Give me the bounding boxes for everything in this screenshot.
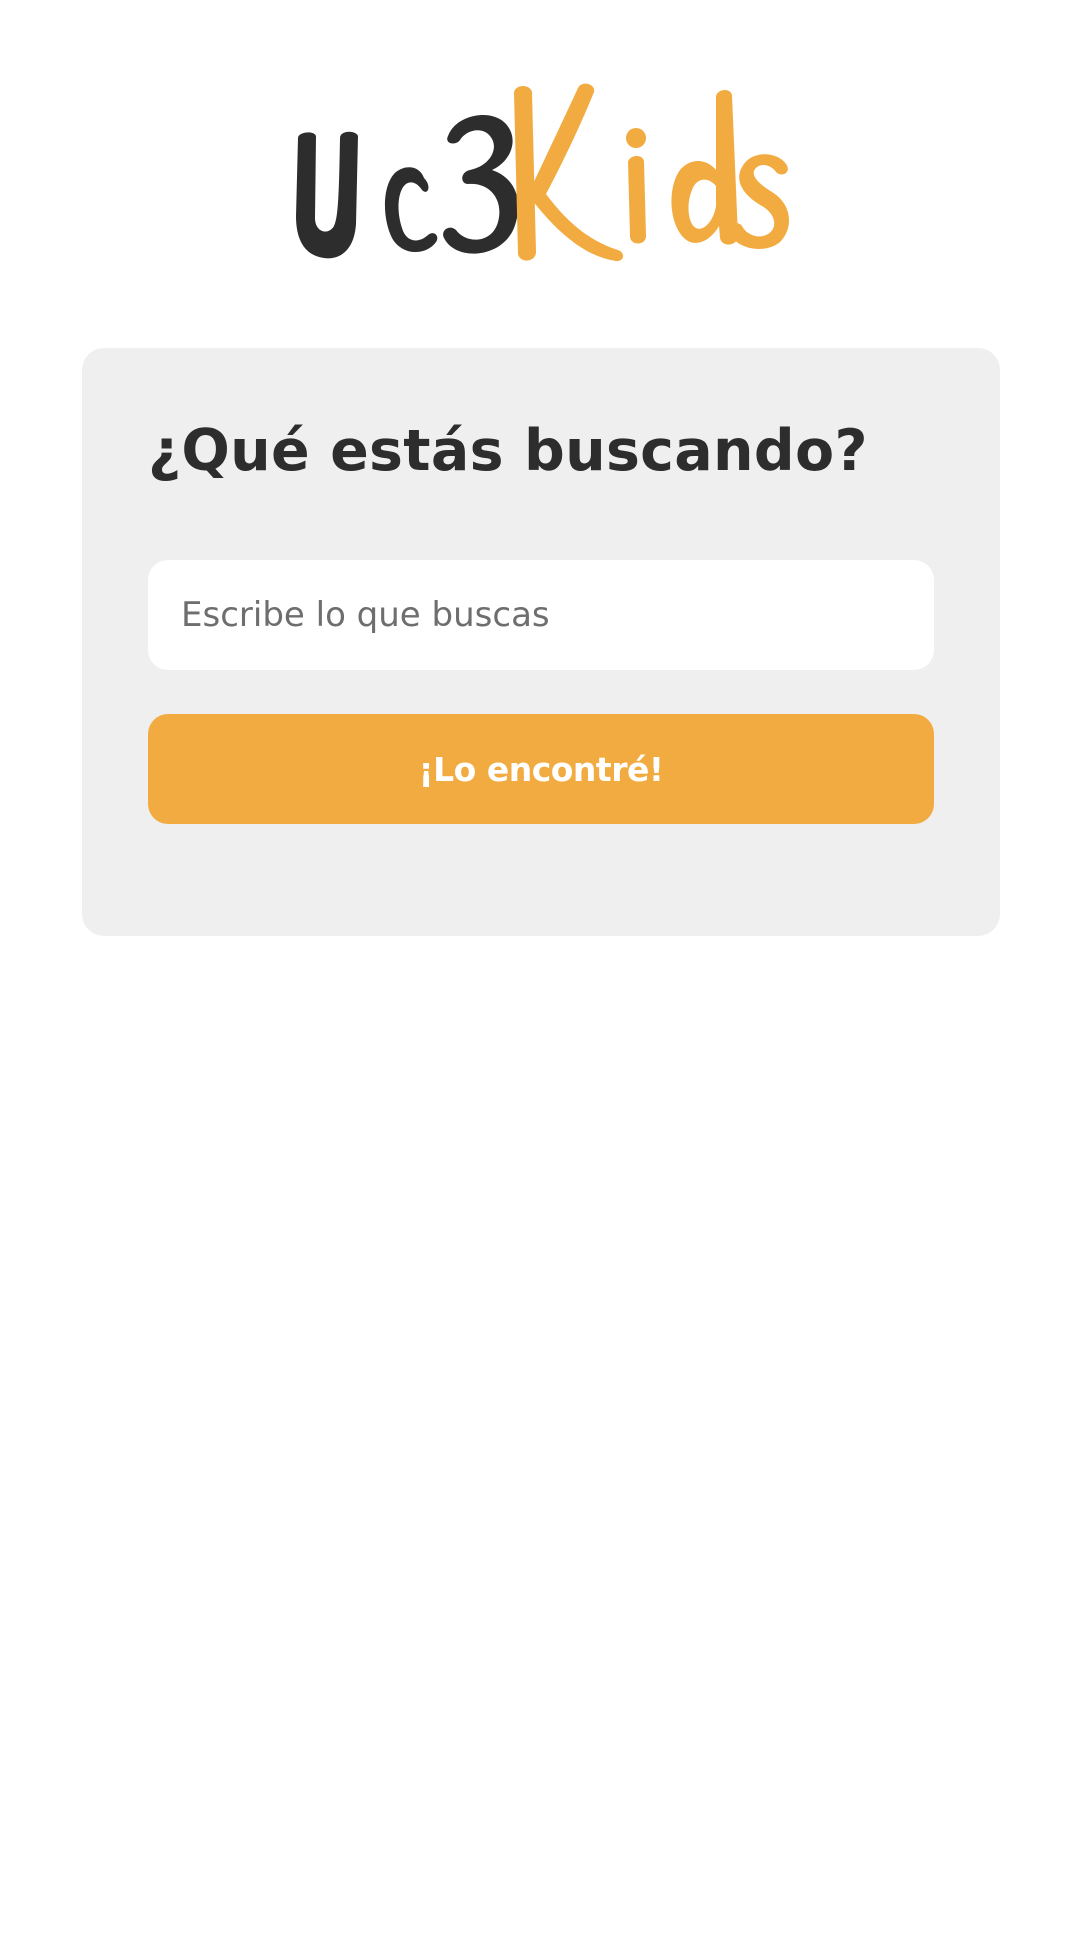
uc3kids-logo [296,78,790,268]
search-card: ¿Qué estás buscando? ¡Lo encontré! [82,348,1000,936]
page: ¿Qué estás buscando? ¡Lo encontré! [0,0,1080,1936]
search-input[interactable] [148,560,934,670]
found-it-button[interactable]: ¡Lo encontré! [148,714,934,824]
search-title: ¿Qué estás buscando? [148,418,868,484]
